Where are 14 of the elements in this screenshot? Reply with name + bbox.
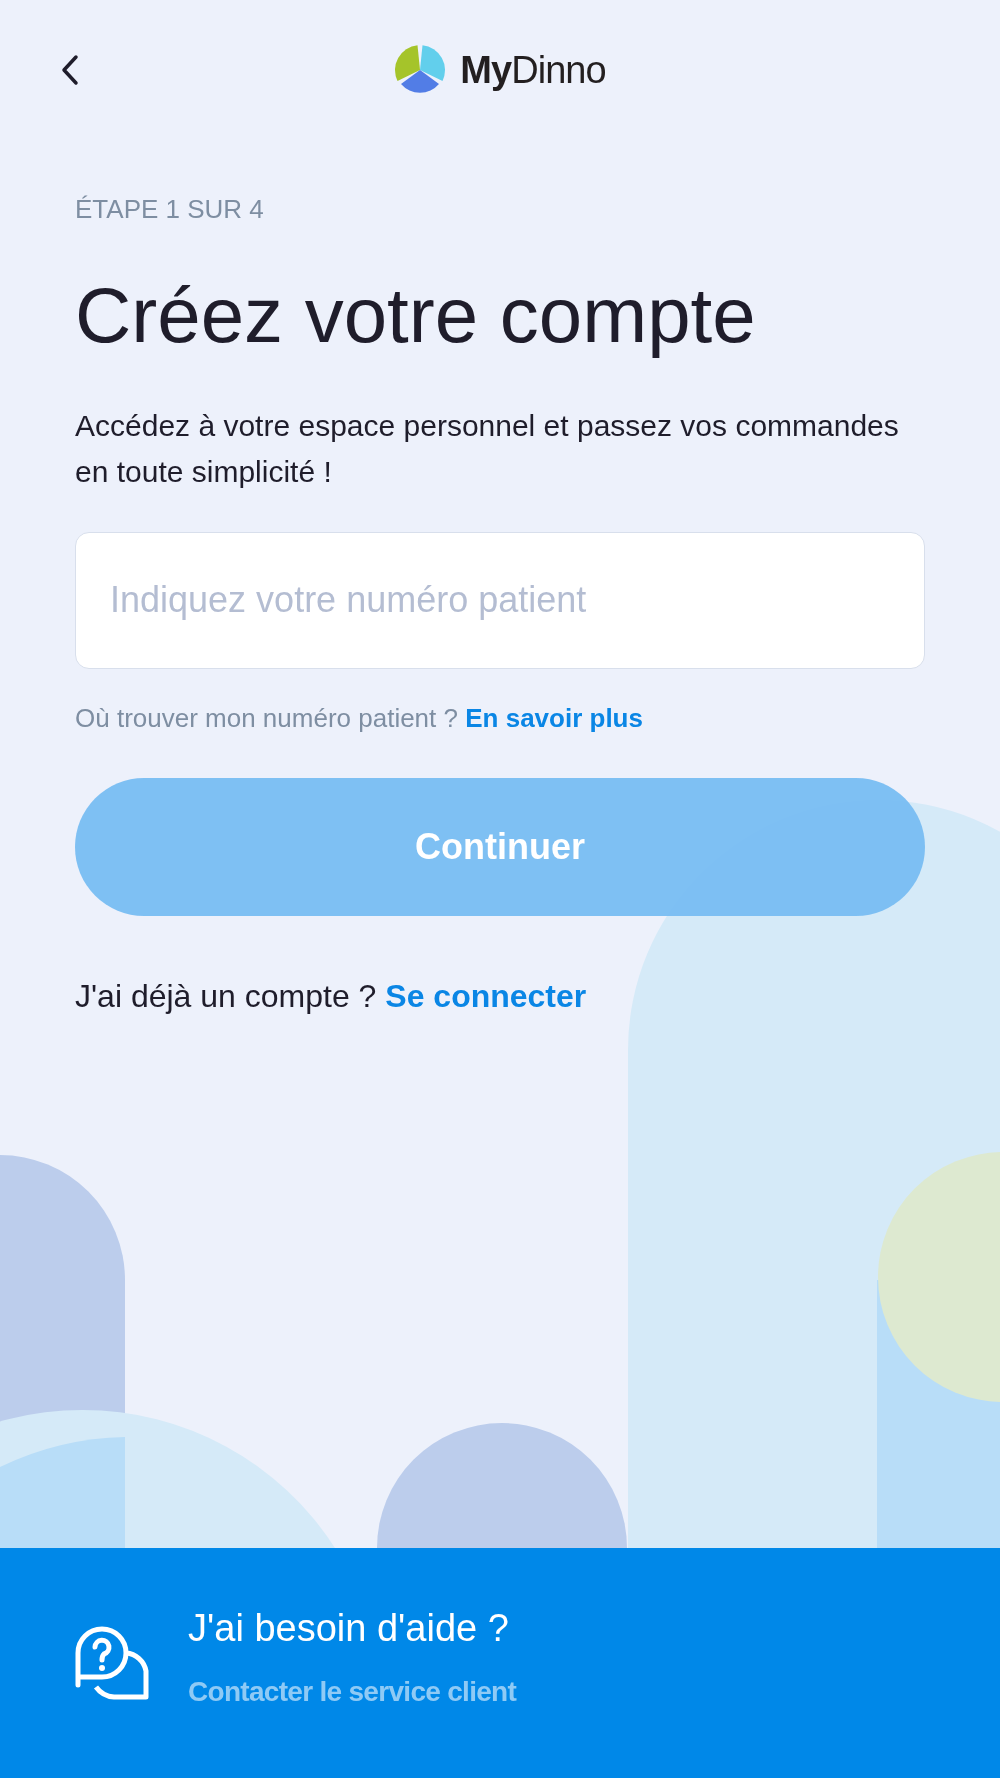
logo-icon bbox=[394, 44, 447, 96]
learn-more-link[interactable]: En savoir plus bbox=[465, 702, 643, 733]
patient-number-field[interactable]: Indiquez votre numéro patient bbox=[75, 531, 925, 669]
help-title: J'ai besoin d'aide ? bbox=[188, 1605, 510, 1651]
login-prompt: J'ai déjà un compte ? Se connecter bbox=[75, 976, 588, 1016]
contact-link[interactable]: Contacter le service client bbox=[188, 1670, 517, 1713]
login-link[interactable]: Se connecter bbox=[385, 977, 587, 1014]
help-chat-icon bbox=[74, 1625, 150, 1701]
page-title: Créez votre compte bbox=[75, 273, 757, 359]
step-label: ÉTAPE 1 SUR 4 bbox=[75, 193, 265, 226]
help-text: Où trouver mon numéro patient ? En savoir plus bbox=[75, 701, 644, 735]
chevron-left-icon bbox=[60, 54, 80, 86]
intro-text: Accédez à votre espace personnel et passez vos commandes en toute simplicité ! bbox=[75, 407, 900, 491]
logo-text: MyDinno bbox=[460, 47, 606, 93]
